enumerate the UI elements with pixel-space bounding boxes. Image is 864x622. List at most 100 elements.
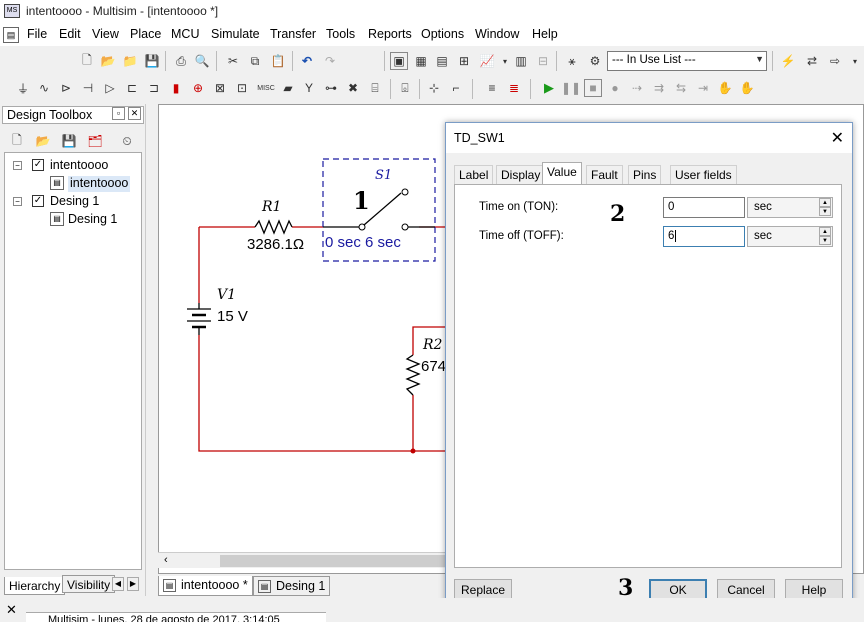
toff-input[interactable]: 6 xyxy=(663,226,745,247)
tab-desing-1[interactable]: ▤ Desing 1 xyxy=(253,576,331,596)
in-use-list-dropdown[interactable]: --- In Use List --- ▼ xyxy=(607,51,767,71)
menu-transfer[interactable]: Transfer xyxy=(270,27,316,41)
bus-icon[interactable]: ≡ xyxy=(483,79,501,97)
visibility-checkbox[interactable]: ✓ xyxy=(32,195,44,207)
print-icon[interactable]: ⎙ xyxy=(172,52,190,70)
toggle-breakpoint-icon[interactable]: ✋ xyxy=(716,79,734,97)
visibility-checkbox[interactable]: ✓ xyxy=(32,159,44,171)
tree-item-sheet[interactable]: Desing 1 xyxy=(68,212,117,228)
postprocessor-icon[interactable]: ▥ xyxy=(512,52,530,70)
spin-down-icon[interactable]: ▼ xyxy=(819,207,831,216)
ton-unit-select[interactable]: sec ▲ ▼ xyxy=(747,197,833,218)
toff-unit-select[interactable]: sec ▲ ▼ xyxy=(747,226,833,247)
tab-hierarchy[interactable]: Hierarchy xyxy=(4,577,66,595)
stop-icon[interactable]: ■ xyxy=(584,79,602,97)
misc-digital-icon[interactable]: ▮ xyxy=(167,79,185,97)
electromechanical-icon[interactable]: ⊶ xyxy=(322,79,340,97)
component-wizard-icon[interactable]: ⊟ xyxy=(534,52,552,70)
run-icon[interactable]: ▶ xyxy=(540,79,558,97)
tab-user-fields[interactable]: User fields xyxy=(670,165,737,184)
erc-icon[interactable]: ⚡ xyxy=(779,52,797,70)
step-over-icon[interactable]: ⇉ xyxy=(650,79,668,97)
menu-place[interactable]: Place xyxy=(130,27,161,41)
tree-item-root[interactable]: intentoooo xyxy=(50,158,108,174)
tab-label[interactable]: Label xyxy=(454,165,494,184)
menu-edit[interactable]: Edit xyxy=(59,27,81,41)
transfer-icon[interactable]: ⇄ xyxy=(803,52,821,70)
chevron-right-icon[interactable]: ▶ xyxy=(127,577,139,591)
run-to-cursor-icon[interactable]: ⇥ xyxy=(694,79,712,97)
source-icon[interactable]: ⏚ xyxy=(14,79,32,97)
step-out-icon[interactable]: ⇆ xyxy=(672,79,690,97)
close-design-icon[interactable]: 🗂 xyxy=(86,132,104,150)
back-annotate-icon[interactable]: ⇨ xyxy=(826,52,844,70)
wire-icon[interactable]: ⌐ xyxy=(447,79,465,97)
spin-up-icon[interactable]: ▲ xyxy=(819,227,831,236)
menu-options[interactable]: Options xyxy=(421,27,464,41)
tab-pins[interactable]: Pins xyxy=(628,165,662,184)
misc-icon[interactable]: MISC xyxy=(255,79,277,97)
power-icon[interactable]: ⊡ xyxy=(233,79,251,97)
tree-item-sheet[interactable]: intentoooo xyxy=(68,176,131,192)
collapse-icon[interactable]: − xyxy=(13,197,22,206)
chevron-down-icon[interactable]: ▾ xyxy=(846,52,864,70)
ttl-icon[interactable]: ⊏ xyxy=(123,79,141,97)
step-icon[interactable]: ⇢ xyxy=(628,79,646,97)
ni-components-icon[interactable]: ✖ xyxy=(344,79,362,97)
menu-view[interactable]: View xyxy=(92,27,119,41)
remove-breakpoints-icon[interactable]: ✋ xyxy=(738,79,756,97)
pin-icon[interactable]: ▫ xyxy=(112,107,125,120)
new-file-icon[interactable]: 🗋 xyxy=(78,52,96,70)
basic-icon[interactable]: ∿ xyxy=(35,79,53,97)
redo-icon[interactable]: ↷ xyxy=(321,52,339,70)
menu-reports[interactable]: Reports xyxy=(368,27,412,41)
close-icon[interactable]: ✕ xyxy=(128,107,141,120)
junction-icon[interactable]: ⊹ xyxy=(425,79,443,97)
tab-display[interactable]: Display xyxy=(496,165,546,184)
fullscreen-icon[interactable]: ▣ xyxy=(390,52,408,70)
undo-icon[interactable]: ↶ xyxy=(298,52,316,70)
grapher-icon[interactable]: 📈 xyxy=(478,52,496,70)
bus-entry-icon[interactable]: ≣ xyxy=(505,79,523,97)
database-icon[interactable]: ⊞ xyxy=(455,52,473,70)
indicator-icon[interactable]: ⊠ xyxy=(211,79,229,97)
analog-icon[interactable]: ▷ xyxy=(101,79,119,97)
resistor-r1-symbol[interactable] xyxy=(254,219,293,235)
menu-mcu[interactable]: MCU xyxy=(171,27,199,41)
component-icon[interactable]: ⚙ xyxy=(586,52,604,70)
open-folder-icon[interactable]: 📂 xyxy=(99,52,117,70)
ton-input[interactable]: 0 xyxy=(663,197,745,218)
hierarchical-block-icon[interactable]: ⌻ xyxy=(396,79,414,97)
open-sample-icon[interactable]: 📁 xyxy=(121,52,139,70)
transistor-icon[interactable]: ⊣ xyxy=(79,79,97,97)
resistor-r2-symbol[interactable] xyxy=(405,354,421,396)
tab-value[interactable]: Value xyxy=(542,162,582,185)
copy-icon[interactable]: ⧉ xyxy=(246,52,264,70)
cmos-icon[interactable]: ⊐ xyxy=(145,79,163,97)
horizontal-scrollbar[interactable]: ‹ xyxy=(158,552,446,568)
tab-fault[interactable]: Fault xyxy=(586,165,623,184)
chevron-left-icon[interactable]: ‹ xyxy=(164,554,168,566)
close-icon[interactable]: ✕ xyxy=(831,128,844,148)
spreadsheet-icon[interactable]: ▤ xyxy=(433,52,451,70)
paste-icon[interactable]: 📋 xyxy=(269,52,287,70)
save-design-icon[interactable]: 💾 xyxy=(60,132,78,150)
mcu-icon[interactable]: ⌸ xyxy=(366,79,384,97)
scrollbar-thumb[interactable] xyxy=(220,555,446,567)
menu-file[interactable]: File xyxy=(27,27,47,41)
close-icon[interactable]: ✕ xyxy=(6,602,17,618)
tab-visibility[interactable]: Visibility xyxy=(62,575,116,593)
new-design-icon[interactable]: 🗋 xyxy=(8,132,26,150)
cut-icon[interactable]: ✂ xyxy=(224,52,242,70)
menu-tools[interactable]: Tools xyxy=(326,27,355,41)
tab-intentoooo[interactable]: ▤ intentoooo * xyxy=(158,576,253,596)
menu-help[interactable]: Help xyxy=(532,27,558,41)
grid-icon[interactable]: ▦ xyxy=(412,52,430,70)
menu-window[interactable]: Window xyxy=(475,27,519,41)
pause-icon[interactable]: ❚❚ xyxy=(561,79,581,97)
spin-down-icon[interactable]: ▼ xyxy=(819,236,831,245)
spin-up-icon[interactable]: ▲ xyxy=(819,198,831,207)
collapse-icon[interactable]: − xyxy=(13,161,22,170)
open-project-icon[interactable]: ⏲ xyxy=(118,132,136,150)
diode-icon[interactable]: ⊳ xyxy=(57,79,75,97)
